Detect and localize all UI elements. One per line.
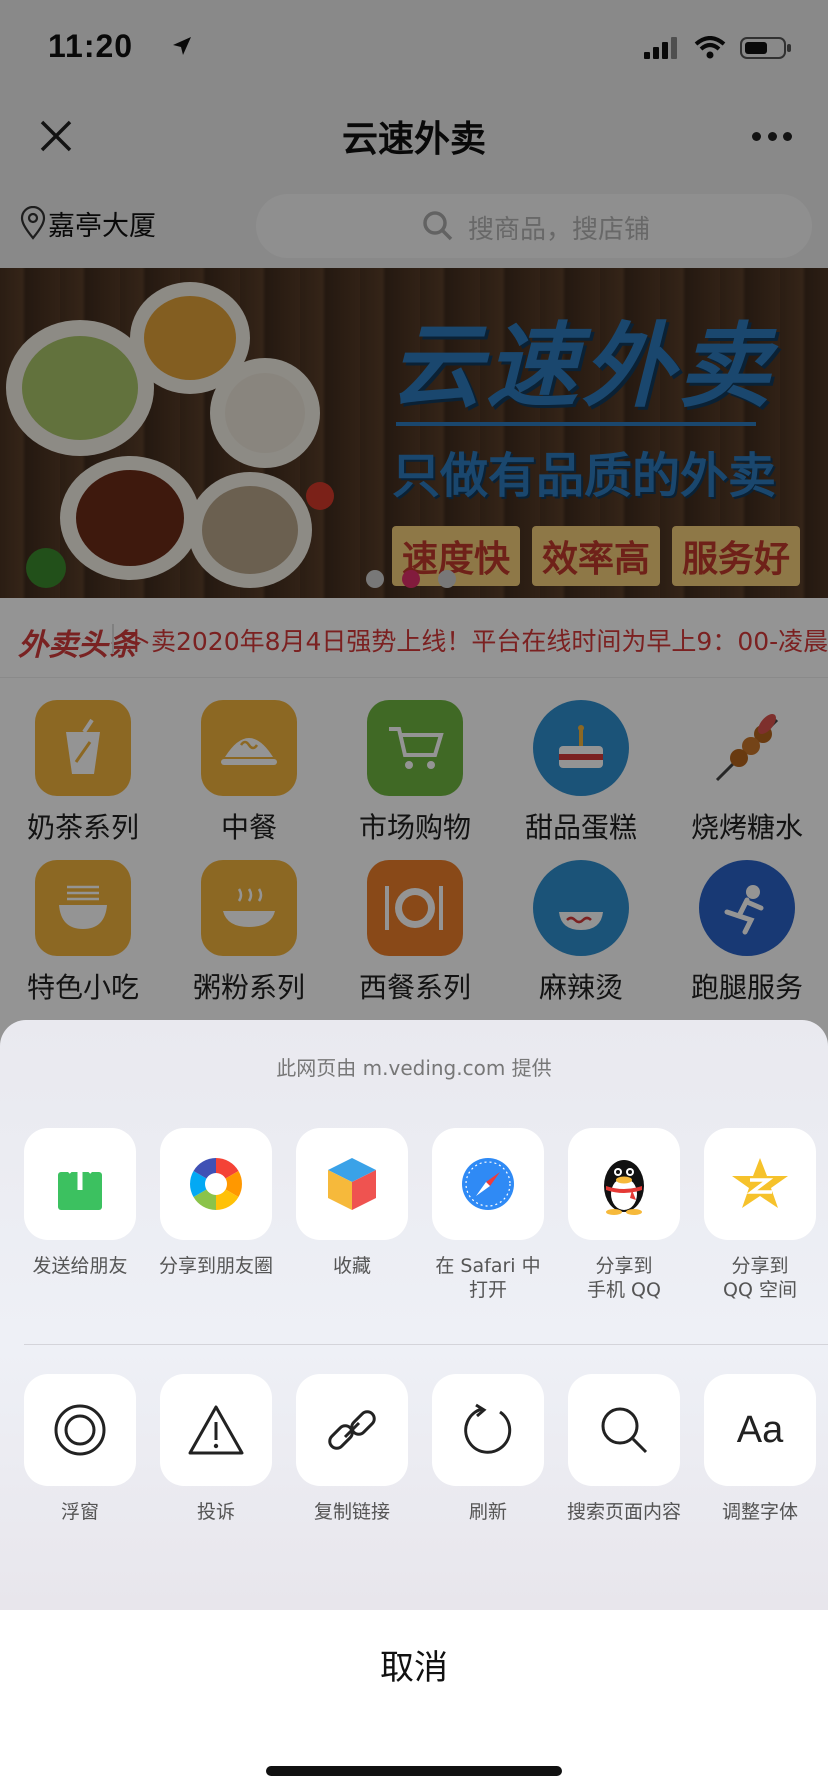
action-label: 刷新 bbox=[468, 1501, 507, 1523]
favorite-cube-icon bbox=[328, 1158, 376, 1210]
complain-button[interactable]: 投诉 bbox=[160, 1374, 272, 1524]
share-label: 分享到 QQ 空间 bbox=[723, 1255, 797, 1301]
qq-penguin-icon bbox=[604, 1160, 644, 1215]
share-label: 分享到 手机 QQ bbox=[587, 1255, 661, 1301]
send-to-friend-button[interactable]: 发送给朋友 bbox=[24, 1128, 136, 1278]
search-page-button[interactable]: 搜索页面内容 bbox=[567, 1374, 681, 1524]
qzone-star-icon bbox=[732, 1158, 788, 1208]
adjust-font-button[interactable]: Aa 调整字体 bbox=[704, 1374, 816, 1524]
safari-compass-icon bbox=[462, 1158, 514, 1210]
action-label: 复制链接 bbox=[313, 1501, 390, 1523]
favorite-button[interactable]: 收藏 bbox=[296, 1128, 408, 1278]
action-row: 浮窗 投诉 复制链接 刷新 搜索页面内容 Aa 调整字体 bbox=[24, 1374, 816, 1574]
font-size-icon: Aa bbox=[736, 1408, 784, 1451]
open-in-safari-button[interactable]: 在 Safari 中 打开 bbox=[432, 1128, 544, 1302]
share-to-qzone-button[interactable]: 分享到 QQ 空间 bbox=[704, 1128, 816, 1302]
share-label: 发送给朋友 bbox=[32, 1255, 128, 1277]
refresh-icon bbox=[464, 1403, 512, 1454]
share-label: 分享到朋友圈 bbox=[158, 1255, 273, 1277]
link-icon bbox=[328, 1410, 376, 1450]
floating-window-button[interactable]: 浮窗 bbox=[24, 1374, 136, 1524]
moments-button[interactable]: 分享到朋友圈 bbox=[159, 1128, 273, 1278]
send-to-friend-icon bbox=[58, 1156, 102, 1210]
action-label: 投诉 bbox=[196, 1501, 235, 1523]
search-icon bbox=[601, 1407, 648, 1454]
floating-window-icon bbox=[54, 1404, 106, 1456]
action-label: 浮窗 bbox=[60, 1501, 99, 1523]
sheet-divider bbox=[24, 1344, 828, 1345]
home-indicator[interactable] bbox=[266, 1766, 562, 1776]
cancel-button[interactable]: 取消 bbox=[0, 1610, 828, 1792]
cancel-label: 取消 bbox=[380, 1648, 448, 1688]
warning-icon bbox=[188, 1405, 244, 1455]
moments-icon bbox=[190, 1158, 242, 1210]
share-to-qq-button[interactable]: 分享到 手机 QQ bbox=[568, 1128, 680, 1302]
share-label: 收藏 bbox=[332, 1255, 371, 1277]
share-label: 在 Safari 中 打开 bbox=[435, 1255, 541, 1301]
action-label: 搜索页面内容 bbox=[566, 1501, 681, 1523]
share-row: 发送给朋友 分享到朋友圈 收藏 在 Safari 中 打开 分享到 手机 QQ … bbox=[24, 1128, 816, 1328]
share-sheet: 此网页由 m.veding.com 提供 发送给朋友 分享到朋友圈 收藏 在 S… bbox=[0, 1020, 828, 1610]
action-label: 调整字体 bbox=[721, 1501, 798, 1523]
provider-text: 此网页由 m.veding.com 提供 bbox=[276, 1056, 552, 1080]
copy-link-button[interactable]: 复制链接 bbox=[296, 1374, 408, 1524]
refresh-button[interactable]: 刷新 bbox=[432, 1374, 544, 1524]
